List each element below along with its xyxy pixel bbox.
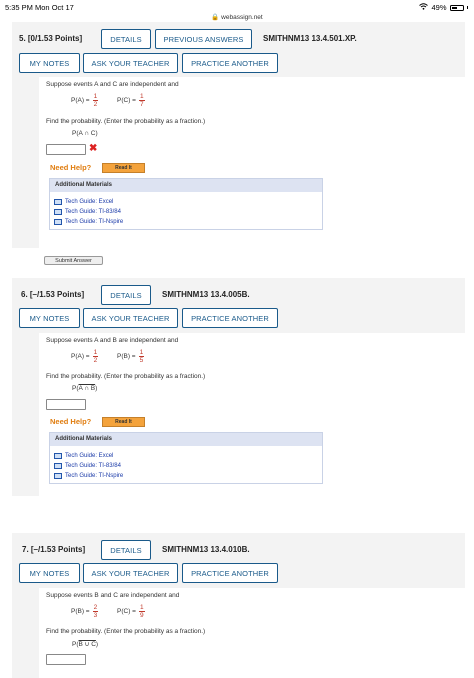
question-id: SMITHNM13 13.4.501.XP. <box>263 34 357 43</box>
answer-input[interactable] <box>46 399 86 410</box>
book-icon <box>54 209 62 215</box>
book-icon <box>54 199 62 205</box>
prob-a: P(A) = 12 <box>71 349 99 364</box>
tech-guide-excel[interactable]: Tech Guide: Excel <box>54 453 113 459</box>
my-notes-button[interactable]: MY NOTES <box>19 308 80 328</box>
question-number: 7. [–/1.53 Points] <box>22 545 86 554</box>
question-instruction: Find the probability. (Enter the probabi… <box>46 628 206 635</box>
prob-c: P(C) = 19 <box>117 604 145 619</box>
battery-icon <box>449 4 464 11</box>
url-text: webassign.net <box>221 14 263 21</box>
details-button[interactable]: DETAILS <box>101 285 151 305</box>
additional-materials-title: Additional Materials <box>50 179 322 192</box>
question-instruction: Find the probability. (Enter the probabi… <box>46 118 206 125</box>
ask-teacher-button[interactable]: ASK YOUR TEACHER <box>83 563 178 583</box>
wifi-icon <box>419 3 429 12</box>
need-help-label: Need Help? <box>50 417 92 426</box>
details-button[interactable]: DETAILS <box>101 540 151 560</box>
question-content: Suppose events A and C are independent a… <box>39 77 465 248</box>
details-button[interactable]: DETAILS <box>101 29 151 49</box>
answer-input[interactable] <box>46 654 86 665</box>
tech-guide-nspire[interactable]: Tech Guide: TI-Nspire <box>54 219 123 225</box>
question-id: SMITHNM13 13.4.010B. <box>162 545 250 554</box>
status-bar: 5:35 PM Mon Oct 17 🔒 webassign.net 49% <box>0 0 474 22</box>
read-it-button[interactable]: Read It <box>102 163 145 173</box>
answer-input[interactable] <box>46 144 86 155</box>
question-5-panel: 5. [0/1.53 Points] DETAILS PREVIOUS ANSW… <box>12 22 465 265</box>
status-right: 49% <box>419 3 468 12</box>
book-icon <box>54 219 62 225</box>
question-intro: Suppose events A and C are independent a… <box>46 81 179 88</box>
target-probability: P(B ∪ C) <box>72 641 99 648</box>
practice-another-button[interactable]: PRACTICE ANOTHER <box>182 308 278 328</box>
question-7-panel: 7. [–/1.53 Points] DETAILS SMITHNM13 13.… <box>12 533 465 678</box>
book-icon <box>54 463 62 469</box>
question-intro: Suppose events A and B are independent a… <box>46 337 179 344</box>
prob-b: P(B) = 23 <box>71 604 99 619</box>
additional-materials: Additional Materials Tech Guide: Excel T… <box>49 432 323 484</box>
tech-guide-ti84[interactable]: Tech Guide: TI-83/84 <box>54 463 121 469</box>
previous-answers-button[interactable]: PREVIOUS ANSWERS <box>155 29 252 49</box>
my-notes-button[interactable]: MY NOTES <box>19 53 80 73</box>
question-id: SMITHNM13 13.4.005B. <box>162 290 250 299</box>
my-notes-button[interactable]: MY NOTES <box>19 563 80 583</box>
question-number: 6. [–/1.53 Points] <box>21 290 85 299</box>
battery-percent: 49% <box>431 3 447 12</box>
practice-another-button[interactable]: PRACTICE ANOTHER <box>182 53 278 73</box>
question-number: 5. [0/1.53 Points] <box>19 34 83 43</box>
ask-teacher-button[interactable]: ASK YOUR TEACHER <box>83 53 178 73</box>
url-bar[interactable]: 🔒 webassign.net <box>0 13 474 21</box>
question-content: Suppose events A and B are independent a… <box>39 333 465 496</box>
question-6-panel: 6. [–/1.53 Points] DETAILS SMITHNM13 13.… <box>12 278 465 496</box>
tech-guide-ti84[interactable]: Tech Guide: TI-83/84 <box>54 209 121 215</box>
practice-another-button[interactable]: PRACTICE ANOTHER <box>182 563 278 583</box>
additional-materials-title: Additional Materials <box>50 433 322 446</box>
prob-b: P(B) = 15 <box>117 349 145 364</box>
read-it-button[interactable]: Read It <box>102 417 145 427</box>
book-icon <box>54 453 62 459</box>
ask-teacher-button[interactable]: ASK YOUR TEACHER <box>83 308 178 328</box>
prob-a: P(A) = 12 <box>71 93 99 108</box>
need-help-label: Need Help? <box>50 163 92 172</box>
book-icon <box>54 473 62 479</box>
tech-guide-nspire[interactable]: Tech Guide: TI-Nspire <box>54 473 123 479</box>
question-content: Suppose events B and C are independent a… <box>39 588 465 678</box>
additional-materials: Additional Materials Tech Guide: Excel T… <box>49 178 323 230</box>
submit-answer-button[interactable]: Submit Answer <box>44 256 103 265</box>
tech-guide-excel[interactable]: Tech Guide: Excel <box>54 199 113 205</box>
target-probability: P(A ∩ C) <box>72 130 98 137</box>
target-probability: P(A ∩ B) <box>72 385 98 392</box>
question-instruction: Find the probability. (Enter the probabi… <box>46 373 206 380</box>
status-time: 5:35 PM Mon Oct 17 <box>5 3 74 12</box>
question-intro: Suppose events B and C are independent a… <box>46 592 180 599</box>
prob-c: P(C) = 17 <box>117 93 145 108</box>
incorrect-icon: ✖ <box>89 143 98 154</box>
